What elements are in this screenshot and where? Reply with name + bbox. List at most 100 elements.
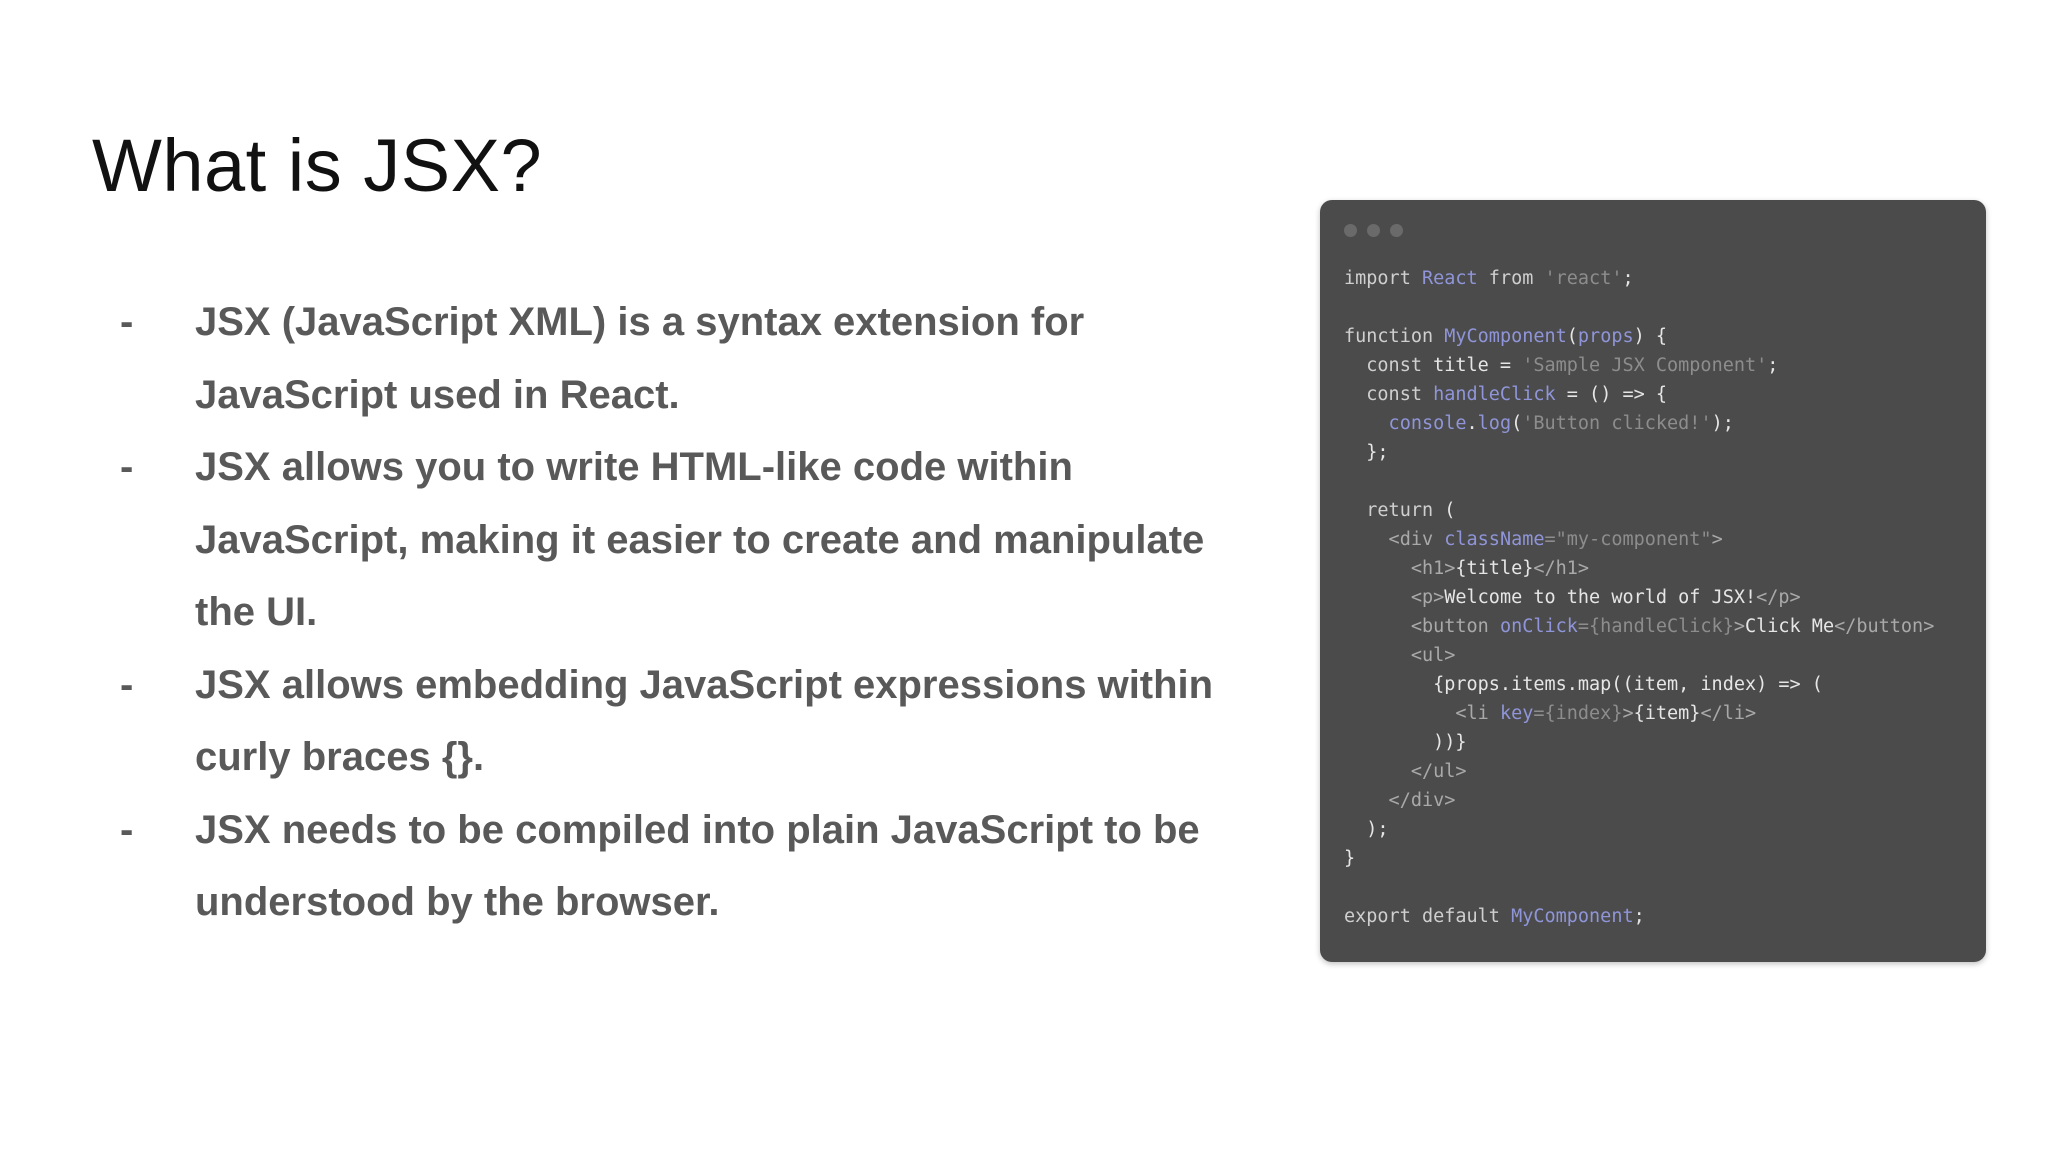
code-token: );	[1711, 413, 1734, 434]
code-line: ))}	[1344, 728, 1934, 757]
code-token: {props.items.map((item, index) => (	[1344, 674, 1823, 695]
code-token: >	[1733, 616, 1745, 637]
code-block: import React from 'react'; function MyCo…	[1344, 264, 1934, 931]
code-token: export default	[1344, 906, 1512, 927]
bullet-list: - JSX (JavaScript XML) is a syntax exten…	[120, 286, 1250, 939]
bullet-text: JSX allows you to write HTML-like code w…	[195, 445, 1205, 634]
code-token: onClick	[1499, 616, 1578, 637]
code-token: ) {	[1633, 326, 1668, 347]
code-token: }	[1344, 848, 1356, 869]
code-token: key	[1499, 703, 1534, 724]
code-line: const title = 'Sample JSX Component';	[1344, 351, 1934, 380]
code-line: export default MyComponent;	[1344, 902, 1934, 931]
code-token: 'Button clicked!'	[1522, 413, 1712, 434]
minimize-dot-icon	[1367, 224, 1380, 237]
code-token: >	[1622, 703, 1634, 724]
code-snippet-window: import React from 'react'; function MyCo…	[1320, 200, 1986, 962]
code-token: log	[1477, 413, 1512, 434]
code-token: (	[1444, 500, 1456, 521]
bullet-item: - JSX (JavaScript XML) is a syntax exten…	[120, 286, 1250, 431]
bullet-item: - JSX allows you to write HTML-like code…	[120, 431, 1250, 649]
code-line: </ul>	[1344, 757, 1934, 786]
code-token: import	[1344, 268, 1422, 289]
bullet-marker: -	[120, 662, 134, 707]
code-token: handleClick	[1433, 384, 1556, 405]
code-token: ={index}	[1533, 703, 1623, 724]
code-token: ;	[1767, 355, 1779, 376]
code-token: React	[1421, 268, 1478, 289]
code-line: <button onClick={handleClick}>Click Me</…	[1344, 612, 1935, 641]
code-token: Welcome to the world of JSX!	[1444, 587, 1757, 608]
code-token: {title}	[1455, 558, 1534, 579]
code-token: className	[1444, 529, 1545, 550]
bullet-text: JSX needs to be compiled into plain Java…	[195, 807, 1200, 925]
window-controls	[1344, 224, 1403, 237]
code-line: };	[1344, 438, 1934, 467]
code-token: 'react'	[1544, 268, 1623, 289]
code-token: 'Sample JSX Component'	[1522, 355, 1768, 376]
code-token: ="my-component"	[1544, 529, 1712, 550]
code-token: <p>	[1344, 587, 1445, 608]
code-token: </button>	[1834, 616, 1935, 637]
code-line: <ul>	[1344, 641, 1934, 670]
code-token: };	[1344, 442, 1389, 463]
code-token: {item}	[1633, 703, 1701, 724]
code-token: from	[1477, 268, 1545, 289]
code-line: const handleClick = () => {	[1344, 380, 1934, 409]
slide: What is JSX? - JSX (JavaScript XML) is a…	[0, 0, 2048, 1152]
code-token: ;	[1633, 906, 1645, 927]
bullet-marker: -	[120, 445, 134, 489]
code-token: const	[1344, 384, 1434, 405]
bullet-text: JSX (JavaScript XML) is a syntax extensi…	[195, 300, 1085, 417]
code-token: </p>	[1756, 587, 1801, 608]
code-token: .	[1466, 413, 1478, 434]
code-line: import React from 'react';	[1344, 264, 1934, 293]
bullet-item: - JSX needs to be compiled into plain Ja…	[120, 794, 1250, 939]
code-line: {props.items.map((item, index) => (	[1344, 670, 1934, 699]
bullet-text: JSX allows embedding JavaScript expressi…	[195, 662, 1214, 780]
bullet-marker: -	[120, 807, 134, 852]
code-token: MyComponent	[1444, 326, 1567, 347]
code-line: function MyComponent(props) {	[1344, 322, 1934, 351]
code-line: console.log('Button clicked!');	[1344, 409, 1934, 438]
code-token: ;	[1622, 268, 1634, 289]
code-token: function	[1344, 326, 1445, 347]
code-token: const	[1344, 355, 1434, 376]
code-token: </div>	[1344, 790, 1456, 811]
code-line: );	[1344, 815, 1934, 844]
code-token: Click Me	[1744, 616, 1835, 637]
code-token: ={handleClick}	[1577, 616, 1734, 637]
code-line: <h1>{title}</h1>	[1344, 554, 1934, 583]
code-line: </div>	[1344, 786, 1934, 815]
code-line: <li key={index}>{item}</li>	[1344, 699, 1934, 728]
close-dot-icon	[1344, 224, 1357, 237]
code-token: MyComponent	[1511, 906, 1634, 927]
code-token: = () => {	[1555, 384, 1668, 405]
code-token: <button	[1344, 616, 1500, 637]
code-token: console	[1344, 413, 1467, 434]
code-token: title =	[1433, 355, 1523, 376]
code-token: props	[1577, 326, 1634, 347]
code-token: <div	[1344, 529, 1445, 550]
code-token: ))}	[1344, 732, 1467, 753]
code-token: <h1>	[1344, 558, 1456, 579]
code-line: }	[1344, 844, 1934, 873]
code-token: >	[1711, 529, 1723, 550]
maximize-dot-icon	[1390, 224, 1403, 237]
code-token: <ul>	[1344, 645, 1456, 666]
slide-title: What is JSX?	[92, 124, 543, 207]
code-line: <div className="my-component">	[1344, 525, 1934, 554]
code-token: (	[1511, 413, 1523, 434]
code-line: return (	[1344, 496, 1934, 525]
code-token: </ul>	[1344, 761, 1467, 782]
code-token: (	[1566, 326, 1578, 347]
code-token: </li>	[1700, 703, 1757, 724]
code-token: </h1>	[1533, 558, 1590, 579]
code-token: <li	[1344, 703, 1500, 724]
code-line: <p>Welcome to the world of JSX!</p>	[1344, 583, 1934, 612]
bullet-item: - JSX allows embedding JavaScript expres…	[120, 649, 1250, 794]
code-token: );	[1344, 819, 1389, 840]
